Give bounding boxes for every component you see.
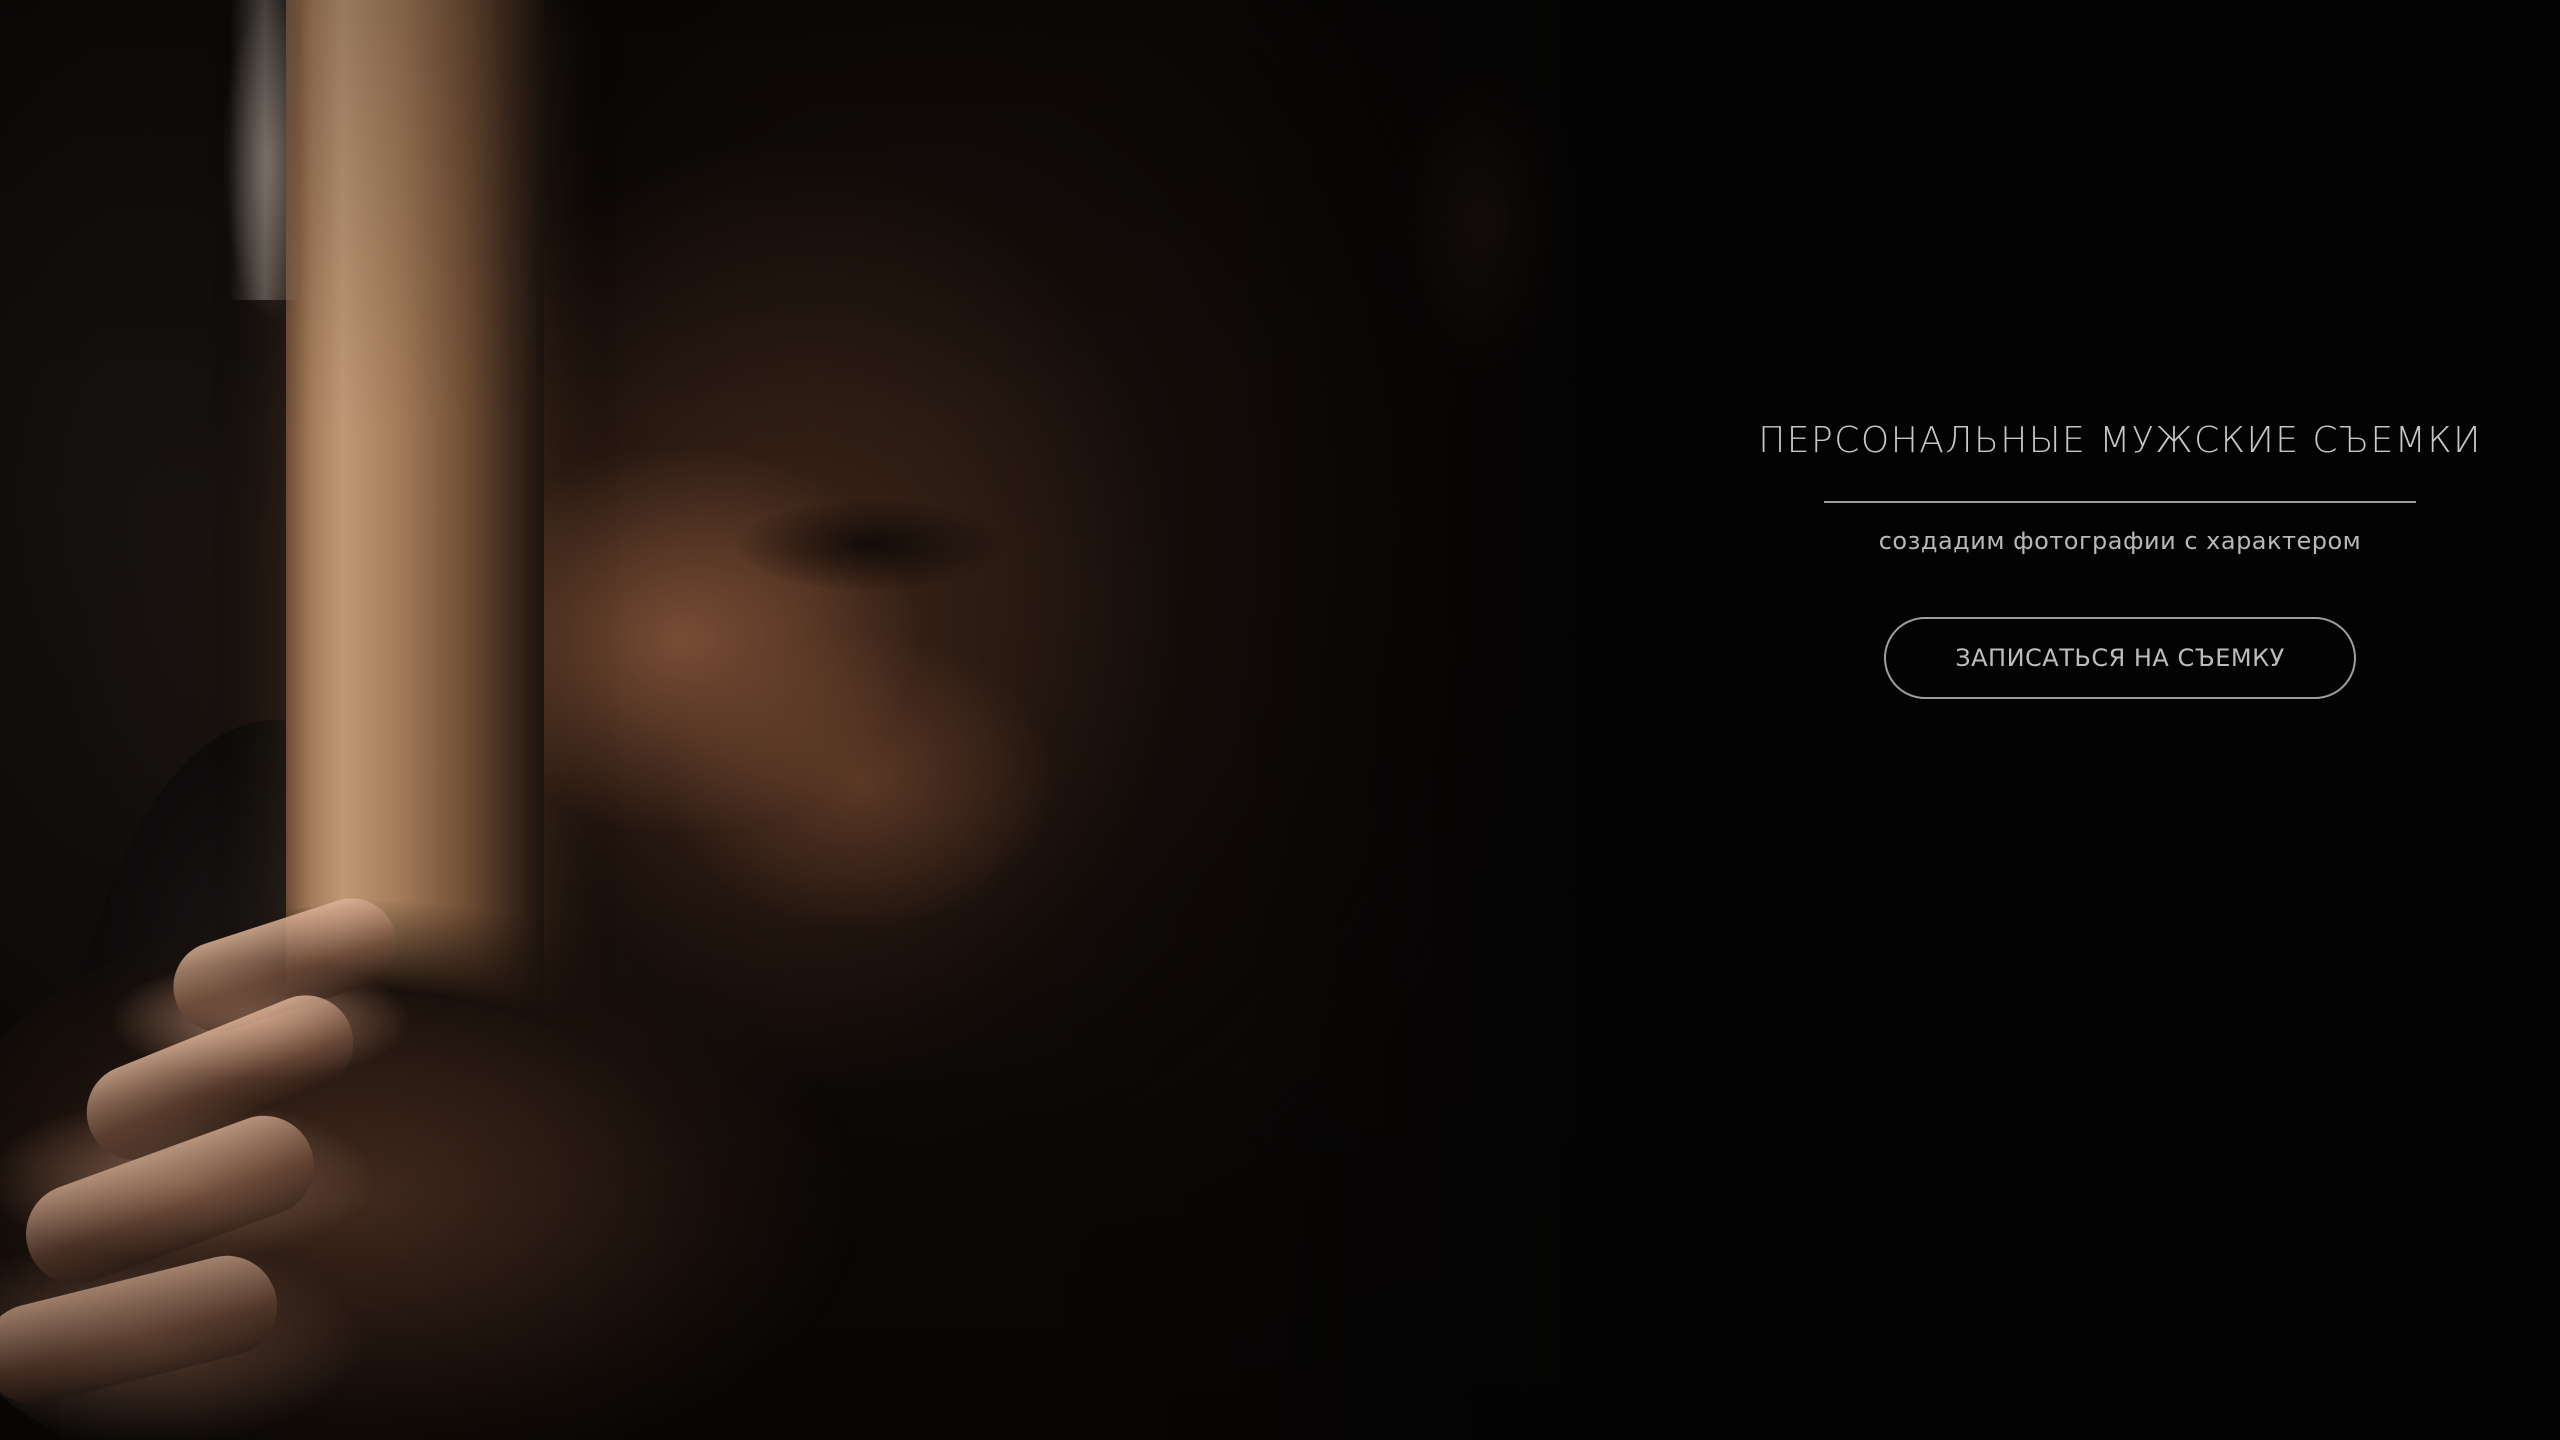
- hero-headline: ПЕРСОНАЛЬНЫЕ МУЖСКИЕ СЪЕМКИ: [1758, 420, 2482, 461]
- photo-vignette: [0, 0, 2560, 1440]
- hero-background-photo: [0, 0, 2560, 1440]
- hero-subtitle: создадим фотографии с характером: [1878, 527, 2362, 555]
- hero-section: ПЕРСОНАЛЬНЫЕ МУЖСКИЕ СЪЕМКИ создадим фот…: [0, 0, 2560, 1440]
- book-shoot-button[interactable]: ЗАПИСАТЬСЯ НА СЪЕМКУ: [1884, 617, 2356, 699]
- headline-divider: [1824, 501, 2416, 503]
- hero-content: ПЕРСОНАЛЬНЫЕ МУЖСКИЕ СЪЕМКИ создадим фот…: [1740, 420, 2500, 699]
